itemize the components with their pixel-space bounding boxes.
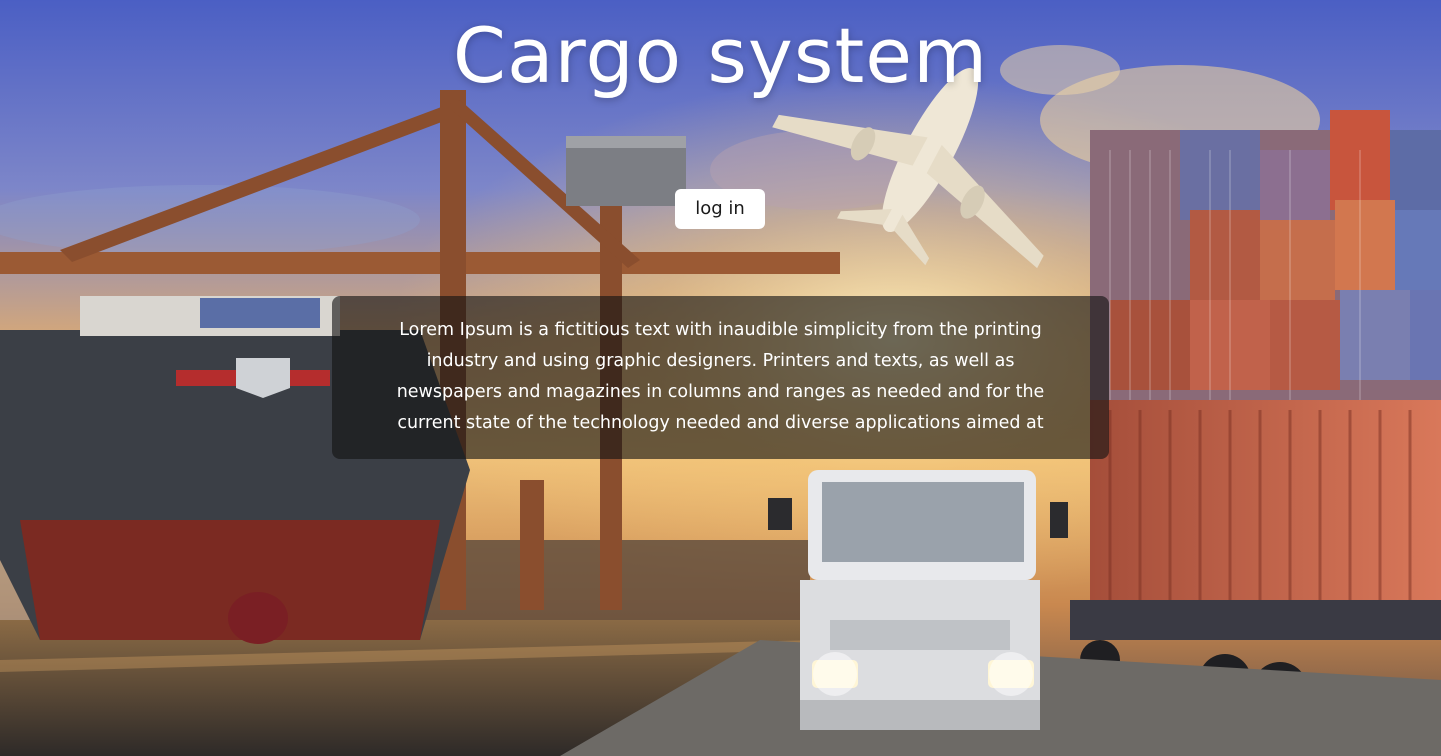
login-button[interactable]: log in bbox=[675, 189, 765, 229]
description-panel: Lorem Ipsum is a fictitious text with in… bbox=[332, 296, 1109, 459]
page-title: Cargo system bbox=[452, 11, 989, 100]
hero-section: Cargo system log in Lorem Ipsum is a fic… bbox=[0, 0, 1441, 756]
description-text: Lorem Ipsum is a fictitious text with in… bbox=[396, 320, 1045, 433]
